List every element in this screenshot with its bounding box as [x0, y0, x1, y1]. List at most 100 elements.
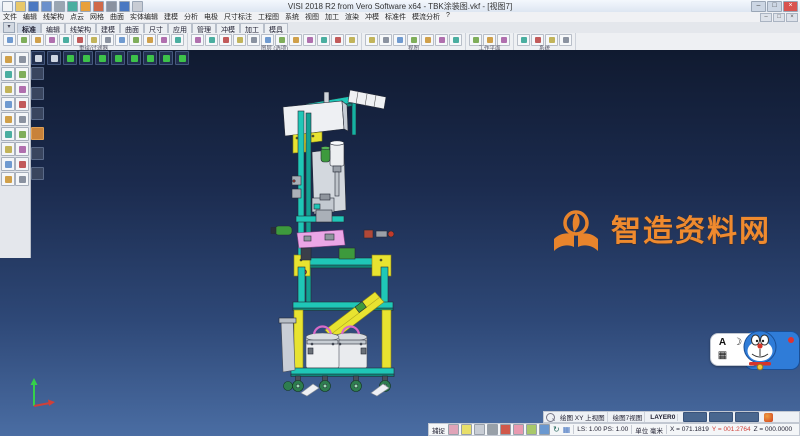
snap-toggle-icon[interactable]: [474, 424, 485, 435]
view-orientation-icon[interactable]: [159, 51, 173, 65]
modeling-tool-icon[interactable]: [15, 52, 29, 66]
toolbar-icon[interactable]: [101, 34, 114, 46]
viewport-tool-icon[interactable]: [31, 167, 44, 180]
toolbar-icon[interactable]: [365, 34, 378, 46]
ribbon-tab[interactable]: 模具: [264, 23, 288, 33]
viewport-tool-icon[interactable]: [31, 147, 44, 160]
toolbar-icon[interactable]: [233, 34, 246, 46]
ribbon-tab[interactable]: 冲模: [216, 23, 240, 33]
toolbar-icon[interactable]: [379, 34, 392, 46]
toolbar-icon[interactable]: [303, 34, 316, 46]
modeling-tool-icon[interactable]: [1, 142, 15, 156]
status-view-button[interactable]: [709, 412, 733, 422]
toolbar-icon[interactable]: [45, 34, 58, 46]
menu-item[interactable]: ?: [443, 12, 453, 22]
viewport-tool-icon[interactable]: [31, 107, 44, 120]
doc-close-button[interactable]: ×: [786, 13, 798, 22]
toolbar-icon[interactable]: [157, 34, 170, 46]
toolbar-icon[interactable]: [435, 34, 448, 46]
modeling-tool-icon[interactable]: [1, 127, 15, 141]
menu-item[interactable]: 冲模: [362, 12, 382, 22]
view-orientation-icon[interactable]: [95, 51, 109, 65]
toolbar-icon[interactable]: [545, 34, 558, 46]
modeling-tool-icon[interactable]: [15, 97, 29, 111]
modeling-tool-icon[interactable]: [15, 112, 29, 126]
grid-icon[interactable]: ▦: [563, 425, 571, 434]
input-method-widget[interactable]: A ☽ ▦: [710, 329, 800, 371]
snap-toggle-icon[interactable]: [500, 424, 511, 435]
ribbon-tab[interactable]: 尺寸: [144, 23, 168, 33]
toolbar-icon[interactable]: [317, 34, 330, 46]
snap-toggle-icon[interactable]: [448, 424, 459, 435]
snap-toggle-icon[interactable]: [513, 424, 524, 435]
menu-item[interactable]: 建模: [161, 12, 181, 22]
modeling-tool-icon[interactable]: [15, 67, 29, 81]
modeling-tool-icon[interactable]: [15, 172, 29, 186]
toolbar-icon[interactable]: [559, 34, 572, 46]
toolbar-icon[interactable]: [143, 34, 156, 46]
menu-item[interactable]: 加工: [322, 12, 342, 22]
ribbon-tab[interactable]: 加工: [240, 23, 264, 33]
ribbon-tab[interactable]: 建模: [96, 23, 120, 33]
toolbar-icon[interactable]: [31, 34, 44, 46]
modeling-tool-icon[interactable]: [1, 82, 15, 96]
toolbar-icon[interactable]: [393, 34, 406, 46]
ime-language-icon[interactable]: A: [719, 338, 726, 348]
view-status[interactable]: 绘图7视图: [611, 412, 646, 422]
toolbar-icon[interactable]: [73, 34, 86, 46]
view-orientation-icon[interactable]: [63, 51, 77, 65]
menu-item[interactable]: 系统: [282, 12, 302, 22]
modeling-tool-icon[interactable]: [1, 97, 15, 111]
toolbar-icon[interactable]: [87, 34, 100, 46]
toolbar-icon[interactable]: [469, 34, 482, 46]
toolbar-icon[interactable]: [247, 34, 260, 46]
snap-toggle-icon[interactable]: [539, 424, 550, 435]
toolbar-icon[interactable]: [205, 34, 218, 46]
menu-item[interactable]: 编辑: [20, 12, 40, 22]
menu-item[interactable]: 分析: [181, 12, 201, 22]
workplane-status[interactable]: 绘图 XY 上视图: [558, 412, 608, 422]
ribbon-tab[interactable]: 管理: [192, 23, 216, 33]
toolbar-dropdown-button[interactable]: ▾: [3, 22, 15, 33]
viewport-tool-icon[interactable]: [31, 127, 44, 140]
view-orientation-icon[interactable]: [79, 51, 93, 65]
snap-toggle-icon[interactable]: [526, 424, 537, 435]
viewport-tool-icon[interactable]: [31, 67, 44, 80]
menu-item[interactable]: 视图: [302, 12, 322, 22]
menu-item[interactable]: 点云: [67, 12, 87, 22]
toolbar-icon[interactable]: [497, 34, 510, 46]
ribbon-tab[interactable]: 编辑: [41, 23, 65, 33]
toolbar-icon[interactable]: [261, 34, 274, 46]
menu-item[interactable]: 工程图: [255, 12, 282, 22]
view-orientation-icon[interactable]: [175, 51, 189, 65]
status-view-button[interactable]: [735, 412, 759, 422]
maximize-button[interactable]: □: [767, 1, 782, 12]
toolbar-icon[interactable]: [59, 34, 72, 46]
menu-item[interactable]: 文件: [0, 12, 20, 22]
toolbar-icon[interactable]: [517, 34, 530, 46]
toolbar-icon[interactable]: [531, 34, 544, 46]
menu-item[interactable]: 曲面: [107, 12, 127, 22]
toolbar-icon[interactable]: [171, 34, 184, 46]
modeling-tool-icon[interactable]: [1, 172, 15, 186]
ribbon-tab[interactable]: 线架构: [65, 23, 96, 33]
refresh-icon[interactable]: ↻: [553, 425, 560, 434]
menu-item[interactable]: 渲染: [342, 12, 362, 22]
snap-toggle-icon[interactable]: [461, 424, 472, 435]
3d-viewport[interactable]: 智造资料网 A ☽ ▦: [0, 50, 800, 436]
toolbar-icon[interactable]: [129, 34, 142, 46]
view-orientation-icon[interactable]: [47, 51, 61, 65]
selection-filter-icon[interactable]: [546, 413, 555, 422]
view-orientation-icon[interactable]: [31, 51, 45, 65]
ribbon-tab[interactable]: 应用: [168, 23, 192, 33]
toolbar-icon[interactable]: [449, 34, 462, 46]
menu-item[interactable]: 网格: [87, 12, 107, 22]
minimize-button[interactable]: –: [751, 1, 766, 12]
toolbar-icon[interactable]: [191, 34, 204, 46]
snap-toggle-icon[interactable]: [487, 424, 498, 435]
view-orientation-icon[interactable]: [127, 51, 141, 65]
modeling-tool-icon[interactable]: [15, 82, 29, 96]
view-orientation-icon[interactable]: [143, 51, 157, 65]
menu-item[interactable]: 线架构: [40, 12, 67, 22]
modeling-tool-icon[interactable]: [15, 157, 29, 171]
